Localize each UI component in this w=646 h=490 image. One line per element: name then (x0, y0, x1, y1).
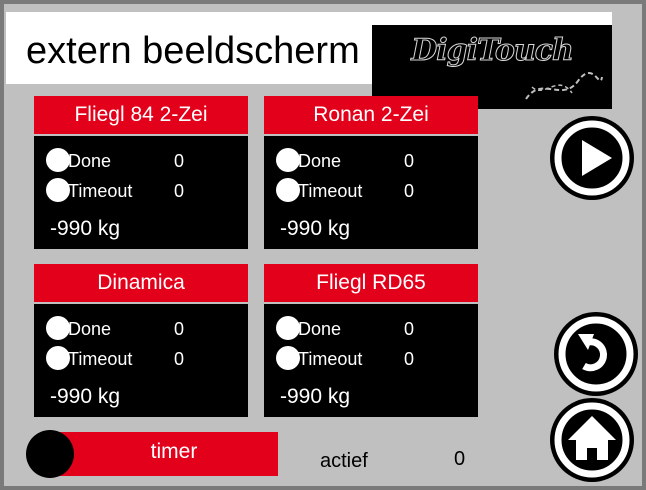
done-indicator (276, 148, 300, 172)
panel-title-3[interactable]: Dinamica (34, 264, 248, 302)
back-button[interactable] (554, 312, 638, 396)
weight-value: -990 kg (50, 385, 121, 408)
timeout-indicator (276, 346, 300, 370)
done-value: 0 (404, 319, 415, 339)
panel-1: Done 0 Timeout 0 -990 kg (34, 136, 248, 249)
logo-text: DigiTouch (411, 33, 575, 69)
timeout-value: 0 (174, 181, 185, 201)
actief-label: actief (320, 450, 368, 472)
done-value: 0 (174, 151, 185, 171)
timer-knob (26, 430, 74, 478)
done-label: Done (298, 319, 342, 339)
play-button[interactable] (550, 116, 634, 200)
home-button[interactable] (550, 398, 634, 482)
timeout-label: Timeout (68, 181, 133, 201)
logo-swirl-icon (525, 72, 603, 100)
undo-icon (558, 316, 634, 392)
actief-value: 0 (454, 448, 466, 470)
done-indicator (46, 148, 70, 172)
done-indicator (276, 316, 300, 340)
timer-label: timer (50, 432, 278, 476)
timeout-value: 0 (174, 349, 185, 369)
panel-4: Done 0 Timeout 0 -990 kg (264, 304, 478, 417)
timeout-indicator (276, 178, 300, 202)
weight-value: -990 kg (280, 385, 351, 408)
home-icon (554, 402, 630, 478)
weight-value: -990 kg (280, 217, 351, 240)
panel-title-1[interactable]: Fliegl 84 2-Zei (34, 96, 248, 134)
timeout-indicator (46, 178, 70, 202)
panel-title-2[interactable]: Ronan 2-Zei (264, 96, 478, 134)
done-label: Done (298, 151, 342, 171)
done-value: 0 (404, 151, 415, 171)
panel-2: Done 0 Timeout 0 -990 kg (264, 136, 478, 249)
done-row: Done 0 (34, 316, 248, 342)
timeout-value: 0 (404, 349, 415, 369)
done-label: Done (68, 151, 112, 171)
panel-3: Done 0 Timeout 0 -990 kg (34, 304, 248, 417)
timer-toggle[interactable]: timer (26, 430, 278, 480)
play-icon (554, 120, 630, 196)
timeout-value: 0 (404, 181, 415, 201)
panel-title-4[interactable]: Fliegl RD65 (264, 264, 478, 302)
timeout-row: Timeout 0 (264, 346, 478, 372)
done-row: Done 0 (264, 316, 478, 342)
timeout-label: Timeout (298, 181, 363, 201)
timeout-label: Timeout (298, 349, 363, 369)
timeout-row: Timeout 0 (34, 178, 248, 204)
done-indicator (46, 316, 70, 340)
done-row: Done 0 (264, 148, 478, 174)
done-row: Done 0 (34, 148, 248, 174)
timeout-row: Timeout 0 (264, 178, 478, 204)
done-label: Done (68, 319, 112, 339)
done-value: 0 (174, 319, 185, 339)
page-title: extern beeldscherm (26, 30, 360, 72)
timeout-indicator (46, 346, 70, 370)
timeout-row: Timeout 0 (34, 346, 248, 372)
weight-value: -990 kg (50, 217, 121, 240)
timeout-label: Timeout (68, 349, 133, 369)
